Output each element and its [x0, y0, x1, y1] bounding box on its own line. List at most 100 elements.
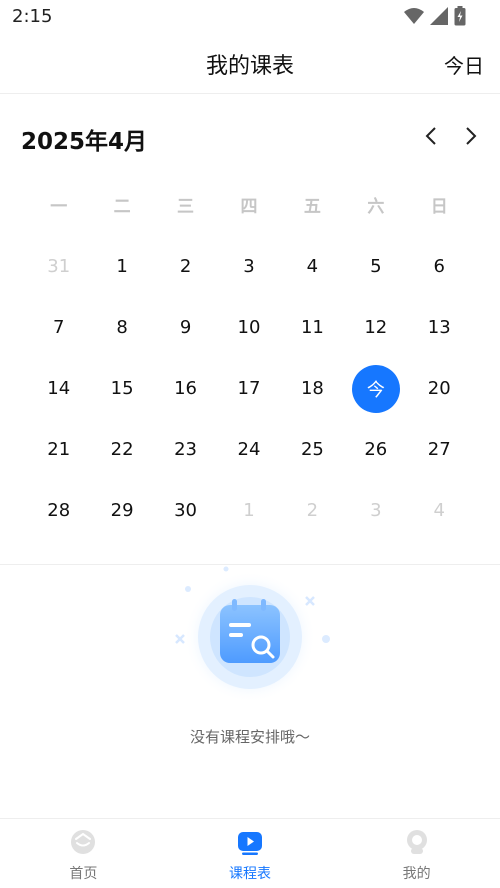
tab-label: 我的	[402, 866, 431, 882]
day-number: 22	[110, 439, 134, 460]
day-number: 13	[427, 317, 451, 338]
day-number: 5	[370, 256, 382, 277]
empty-schedule-illustration	[175, 566, 330, 703]
calendar-day[interactable]: 10	[217, 297, 280, 358]
calendar-day[interactable]: 26	[344, 419, 407, 480]
calendar-day[interactable]: 16	[154, 358, 217, 419]
day-number: 27	[427, 439, 451, 460]
calendar-day[interactable]: 1	[217, 480, 280, 541]
battery-icon	[454, 6, 466, 26]
calendar-day[interactable]: 4	[408, 480, 471, 541]
tab-label: 首页	[69, 866, 98, 882]
calendar-day[interactable]: 8	[90, 297, 153, 358]
day-number: 3	[370, 500, 382, 521]
calendar-day[interactable]: 12	[344, 297, 407, 358]
day-number: 30	[174, 500, 197, 521]
calendar-day[interactable]: 9	[154, 297, 217, 358]
weekday-label: 日	[430, 197, 448, 217]
month-label: 2025年4月	[21, 129, 148, 155]
status-bar: 2:15	[0, 0, 500, 34]
bottom-tab-bar: 首页 课程表 我的	[0, 818, 500, 888]
day-number: 18	[300, 378, 324, 399]
day-number: 1	[243, 500, 255, 521]
day-number: 31	[47, 256, 71, 277]
home-icon	[71, 830, 96, 854]
day-number: 1	[116, 256, 128, 277]
status-time: 2:15	[12, 6, 53, 27]
calendar-day[interactable]: 14	[27, 358, 90, 419]
calendar-day[interactable]: 30	[154, 480, 217, 541]
day-number: 14	[47, 378, 71, 399]
day-number: 11	[300, 317, 324, 338]
calendar-day[interactable]: 4	[281, 236, 344, 297]
day-number: 24	[237, 439, 261, 460]
weekday-label: 四	[240, 197, 258, 217]
day-number: 4	[306, 256, 319, 277]
day-number: 12	[364, 317, 388, 338]
calendar-day[interactable]: 25	[281, 419, 344, 480]
day-number: 21	[47, 439, 71, 460]
status-icons	[404, 6, 466, 26]
calendar-day[interactable]: 23	[154, 419, 217, 480]
day-number: 20	[427, 378, 451, 399]
weekday-label: 二	[113, 197, 131, 217]
calendar-day-today[interactable]: 今	[344, 358, 407, 419]
calendar-day[interactable]: 11	[281, 297, 344, 358]
calendar-day[interactable]: 6	[408, 236, 471, 297]
today-button[interactable]: 今日	[444, 50, 484, 79]
day-number: 今	[351, 364, 400, 413]
day-number: 25	[300, 439, 324, 460]
tab-home[interactable]: 首页	[0, 819, 167, 888]
day-number: 2	[306, 500, 319, 521]
calendar-day[interactable]: 3	[217, 236, 280, 297]
tab-schedule[interactable]: 课程表	[167, 819, 334, 888]
calendar-day[interactable]: 22	[90, 419, 153, 480]
day-number: 28	[47, 500, 71, 521]
day-number: 17	[237, 378, 261, 399]
calendar-day[interactable]: 3	[344, 480, 407, 541]
calendar-day[interactable]: 2	[281, 480, 344, 541]
calendar-day[interactable]: 28	[27, 480, 90, 541]
calendar-day[interactable]: 24	[217, 419, 280, 480]
calendar-day[interactable]: 21	[27, 419, 90, 480]
calendar-day[interactable]: 13	[408, 297, 471, 358]
weekday-label: 三	[177, 197, 195, 217]
day-number: 26	[364, 439, 388, 460]
page-title: 我的课表	[205, 54, 294, 79]
calendar-day[interactable]: 31	[27, 236, 90, 297]
calendar-day[interactable]: 7	[27, 297, 90, 358]
tab-profile[interactable]: 我的	[333, 819, 500, 888]
day-number: 15	[110, 378, 134, 399]
day-number: 29	[110, 500, 134, 521]
signal-icon	[430, 7, 448, 25]
prev-month-button[interactable]	[420, 124, 444, 148]
day-number: 16	[174, 378, 197, 399]
calendar-day[interactable]: 27	[408, 419, 471, 480]
day-number: 23	[174, 439, 197, 460]
weekday-label: 一	[50, 197, 68, 217]
calendar-day[interactable]: 1	[90, 236, 153, 297]
day-number: 7	[52, 317, 65, 338]
wifi-icon	[404, 8, 424, 24]
calendar-header: 2025年4月	[0, 118, 500, 158]
calendar-day[interactable]: 18	[281, 358, 344, 419]
day-number: 4	[433, 500, 445, 521]
calendar-day[interactable]: 20	[408, 358, 471, 419]
weekday-label: 六	[367, 197, 385, 217]
day-number: 9	[179, 317, 192, 338]
calendar-day[interactable]: 17	[217, 358, 280, 419]
weekday-label: 五	[303, 197, 321, 217]
calendar-day[interactable]: 29	[90, 480, 153, 541]
calendar-day[interactable]: 5	[344, 236, 407, 297]
calendar-day[interactable]: 2	[154, 236, 217, 297]
profile-icon	[406, 830, 427, 854]
calendar-day[interactable]: 15	[90, 358, 153, 419]
day-number: 6	[433, 256, 445, 277]
day-number: 2	[179, 256, 192, 277]
tab-label: 课程表	[229, 866, 271, 882]
next-month-button[interactable]	[458, 124, 482, 148]
empty-state-message: 没有课程安排哦～	[189, 728, 310, 746]
schedule-play-icon	[238, 832, 262, 855]
weekday-row: 一 二 三 四 五 六 日	[27, 192, 471, 220]
day-number: 10	[237, 317, 261, 338]
